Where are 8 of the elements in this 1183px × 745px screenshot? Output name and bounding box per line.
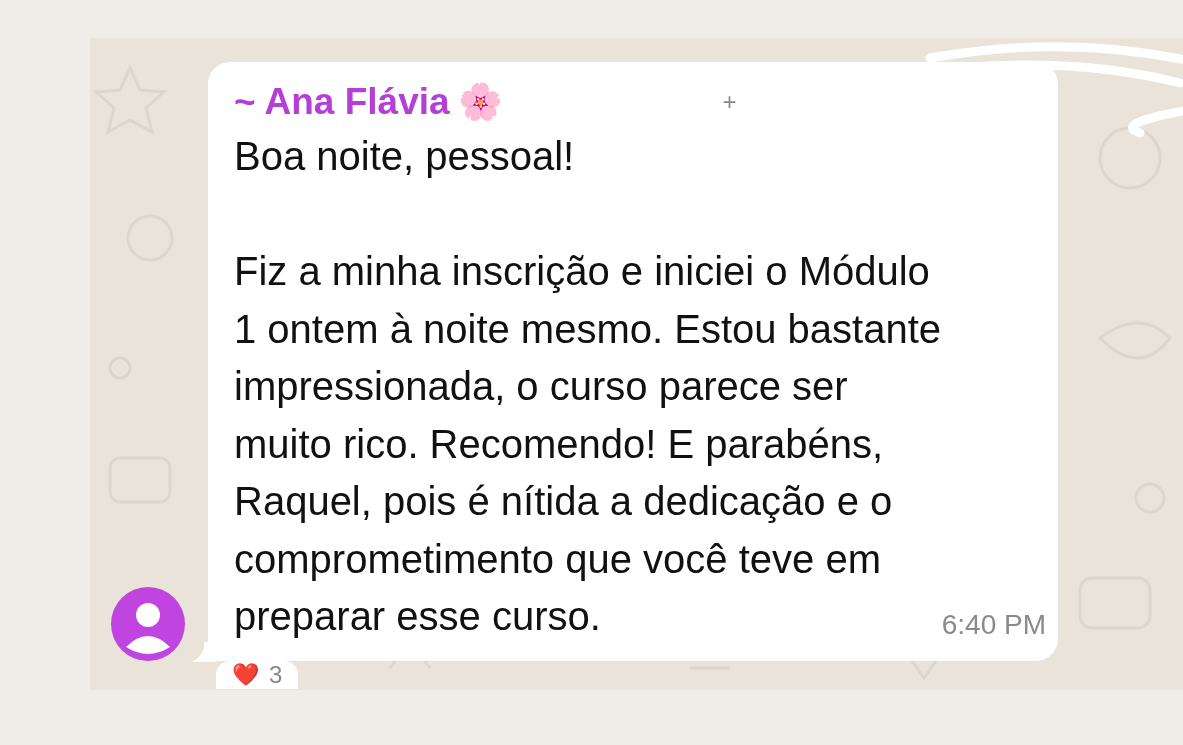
sender-name[interactable]: ~ Ana Flávia — [234, 81, 450, 123]
avatar-icon[interactable] — [111, 586, 185, 661]
phone-number: + — [722, 88, 737, 116]
message-text: Fiz a minha inscrição e iniciei o Módulo 1 ontem à noite mesmo. Estou bastante impressionada, o curso parece ser muito rico. Recomendo! E parabéns, Raquel, pois é nítida a dedicação e o comprometimento que você teve em preparar esse curso. — [234, 248, 942, 640]
message-text: Boa noite, pessoal! — [234, 133, 576, 180]
message-time: 6:40 PM — [941, 608, 1046, 641]
flower-icon: 🌸 — [457, 81, 503, 123]
reaction-badge[interactable]: ❤ 3 — [216, 660, 299, 689]
